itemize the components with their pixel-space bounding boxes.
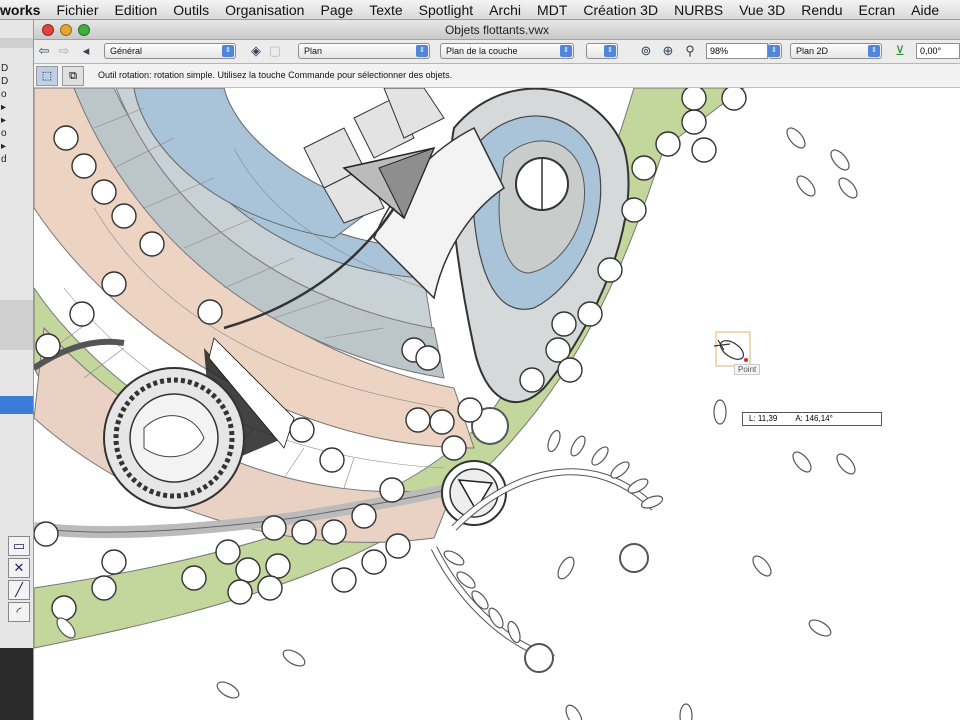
view-toolbar: ⇦ ⇨ ◂ Général ⇕ ◈ ▢ Plan ⇕ Plan de la co… xyxy=(34,40,960,64)
rotation-target-object xyxy=(713,331,751,367)
palette-section xyxy=(0,300,33,350)
layers-icon[interactable]: ◈ xyxy=(248,43,264,60)
site-plan-drawing xyxy=(34,88,858,720)
chevron-updown-icon: ⇕ xyxy=(222,45,234,57)
menu-rendu[interactable]: Rendu xyxy=(793,0,850,20)
cross-tool-icon[interactable]: ✕ xyxy=(8,558,30,578)
menu-texte[interactable]: Texte xyxy=(361,0,410,20)
menu-organisation[interactable]: Organisation xyxy=(217,0,312,20)
snap-point-label: Point xyxy=(734,364,761,375)
simple-rotation-mode-icon[interactable]: ⬚ xyxy=(36,66,58,86)
layer-plane-select[interactable]: Plan de la couche ⇕ xyxy=(440,43,574,59)
palette-dark-area xyxy=(0,648,33,720)
menu-spotlight[interactable]: Spotlight xyxy=(411,0,481,20)
zoom-tool-icon[interactable]: ⊕ xyxy=(660,43,676,60)
readout-angle: A: 146,14° xyxy=(795,414,833,423)
search-icon[interactable]: ⚲ xyxy=(682,43,698,60)
palette-header xyxy=(0,38,33,48)
palette-row[interactable]: o xyxy=(0,88,8,101)
palette-row[interactable]: o xyxy=(0,127,8,140)
menu-edition[interactable]: Edition xyxy=(106,0,165,20)
forward-arrow-icon[interactable]: ⇨ xyxy=(56,43,72,60)
fit-view-icon[interactable]: ⊚ xyxy=(638,43,654,60)
view-select[interactable]: Plan 2D ⇕ xyxy=(790,43,882,59)
palette-row[interactable]: ▸ xyxy=(0,114,8,127)
zoom-field[interactable]: 98% xyxy=(706,43,768,59)
layer-options-icon[interactable]: ▢ xyxy=(268,43,282,60)
palette-row[interactable]: ▸ xyxy=(0,101,8,114)
palette-row[interactable]: D xyxy=(0,75,8,88)
menu-nurbs[interactable]: NURBS xyxy=(666,0,731,20)
chevron-updown-icon: ⇕ xyxy=(768,45,780,57)
layer-select[interactable]: Plan ⇕ xyxy=(298,43,430,59)
menu-fichier[interactable]: Fichier xyxy=(48,0,106,20)
menu-outils[interactable]: Outils xyxy=(165,0,217,20)
chevron-updown-icon: ⇕ xyxy=(604,45,616,57)
chevron-updown-icon: ⇕ xyxy=(560,45,572,57)
arc-tool-icon[interactable]: ◜ xyxy=(8,602,30,622)
chevron-updown-icon: ⇕ xyxy=(416,45,428,57)
tool-hint: Outil rotation: rotation simple. Utilise… xyxy=(98,70,453,80)
menu-vue-3d[interactable]: Vue 3D xyxy=(731,0,793,20)
chevron-updown-icon: ⇕ xyxy=(868,45,880,57)
menu-bar: works Fichier Edition Outils Organisatio… xyxy=(0,0,960,20)
document-window: Objets flottants.vwx ⇦ ⇨ ◂ Général ⇕ ◈ ▢… xyxy=(34,20,960,720)
document-title: Objets flottants.vwx xyxy=(444,23,550,37)
axis-rotation-icon[interactable]: ⊻ xyxy=(892,43,908,60)
view-history-icon[interactable]: ◂ xyxy=(78,43,94,60)
menu-archi[interactable]: Archi xyxy=(481,0,529,20)
menu-mdt[interactable]: MDT xyxy=(529,0,575,20)
menu-app-name[interactable]: works xyxy=(0,0,48,20)
left-palette: D D o ▸ ▸ o ▸ d ▭ ✕ ╱ ◜ xyxy=(0,20,34,720)
palette-row[interactable]: ▸ xyxy=(0,140,8,153)
menu-creation-3d[interactable]: Création 3D xyxy=(575,0,666,20)
layer-plane-select-value: Plan de la couche xyxy=(446,46,518,56)
rotation-copy-mode-icon[interactable]: ⧉ xyxy=(62,66,84,86)
floating-data-bar[interactable]: L: 11,39 A: 146,14° xyxy=(742,412,882,426)
menu-aide[interactable]: Aide xyxy=(903,0,947,20)
layer-select-value: Plan xyxy=(304,46,323,56)
line-tool-icon[interactable]: ╱ xyxy=(8,580,30,600)
class-select-value: Général xyxy=(110,46,143,56)
render-mode-select[interactable]: ⇕ xyxy=(586,43,618,59)
drawing-canvas[interactable]: Point L: 11,39 A: 146,14° xyxy=(34,88,960,720)
view-select-value: Plan 2D xyxy=(796,46,829,56)
rotation-field-value: 0,00° xyxy=(920,46,942,56)
class-select[interactable]: Général ⇕ xyxy=(104,43,236,59)
zoom-menu[interactable]: ⇕ xyxy=(768,43,782,59)
palette-row[interactable]: d xyxy=(0,153,8,166)
rectangle-tool-icon[interactable]: ▭ xyxy=(8,536,30,556)
window-title-bar: Objets flottants.vwx xyxy=(34,20,960,40)
zoom-field-value: 98% xyxy=(710,46,729,56)
palette-row[interactable]: D xyxy=(0,62,8,75)
rotation-field[interactable]: 0,00° xyxy=(916,43,960,59)
menu-ecran[interactable]: Ecran xyxy=(851,0,904,20)
mode-bar: ⬚ ⧉ Outil rotation: rotation simple. Uti… xyxy=(34,64,960,88)
back-arrow-icon[interactable]: ⇦ xyxy=(36,43,52,60)
menu-page[interactable]: Page xyxy=(312,0,361,20)
readout-length: L: 11,39 xyxy=(749,414,778,423)
palette-selected-item[interactable] xyxy=(0,396,33,414)
